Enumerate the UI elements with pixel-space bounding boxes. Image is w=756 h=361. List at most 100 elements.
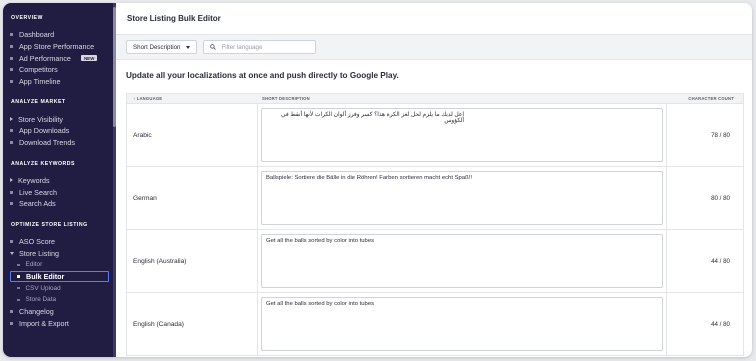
table-row: German Ballspiele: Sortiere die Bälle in… <box>126 167 744 230</box>
bullet-icon <box>17 286 20 290</box>
sidebar-item-dashboard[interactable]: Dashboard <box>3 29 116 41</box>
language-cell: English (Canada) <box>127 293 258 355</box>
column-header-character-count: CHARACTER COUNT <box>688 96 734 101</box>
table-header: ↑ LANGUAGE SHORT DESCRIPTION CHARACTER CO… <box>126 93 744 104</box>
app-window: OVERVIEW Dashboard App Store Performance… <box>3 3 752 357</box>
sidebar-item-label: Bulk Editor <box>26 271 65 281</box>
section-title: ANALYZE MARKET <box>11 99 66 106</box>
sidebar-item-app-downloads[interactable]: App Downloads <box>3 125 116 137</box>
sidebar-item-editor[interactable]: Editor <box>3 259 116 271</box>
bullet-icon <box>10 310 13 314</box>
sidebar-item-changelog[interactable]: Changelog <box>3 306 116 318</box>
bullet-icon <box>10 321 13 325</box>
page-header: Store Listing Bulk Editor <box>116 3 752 35</box>
sidebar-section-analyze-market: ANALYZE MARKET Store Visibility App Down… <box>3 99 116 148</box>
column-header-short-description: SHORT DESCRIPTION <box>262 96 310 101</box>
search-icon <box>210 44 217 50</box>
column-header-language[interactable]: ↑ LANGUAGE <box>127 94 258 103</box>
sidebar-item-label: Changelog <box>19 307 54 317</box>
language-cell: English (Australia) <box>127 230 258 292</box>
sidebar-item-label: Editor <box>25 261 43 269</box>
bullet-icon <box>10 129 13 133</box>
field-select-value: Short Description <box>133 43 181 51</box>
description-cell: إعل لديك ما يلزم لحل لغز الكرة هذا؟ كسر … <box>258 104 667 166</box>
sidebar-item-label: Import & Export <box>19 318 69 328</box>
filter-language-input[interactable] <box>221 43 312 51</box>
sidebar-item-label: CSV Upload <box>25 284 61 292</box>
sidebar-item-label: Live Search <box>19 187 57 197</box>
sidebar-item-label: ASO Score <box>19 236 55 246</box>
page-subtitle: Update all your localizations at once an… <box>126 71 399 80</box>
table-row: Arabic إعل لديك ما يلزم لحل لغز الكرة هذ… <box>126 104 744 167</box>
short-description-textarea[interactable]: إعل لديك ما يلزم لحل لغز الكرة هذا؟ كسر … <box>261 108 663 162</box>
new-badge: NEW <box>80 55 98 62</box>
sidebar-section-overview: OVERVIEW Dashboard App Store Performance… <box>3 15 116 87</box>
sidebar-item-label: App Store Performance <box>19 42 95 52</box>
sidebar: OVERVIEW Dashboard App Store Performance… <box>3 3 116 357</box>
sidebar-section-analyze-keywords: ANALYZE KEYWORDS Keywords Live Search Se… <box>3 161 116 210</box>
sidebar-item-import-export[interactable]: Import & Export <box>3 317 116 329</box>
sidebar-item-search-ads[interactable]: Search Ads <box>3 198 116 210</box>
sidebar-item-label: Keywords <box>18 175 50 185</box>
sidebar-item-ad-performance[interactable]: Ad Performance NEW <box>3 52 116 64</box>
toolbar: Short Description <box>116 35 752 60</box>
bullet-icon <box>10 45 13 49</box>
character-count-cell: 80 / 80 <box>711 194 730 202</box>
bullet-icon <box>17 274 20 278</box>
short-description-textarea[interactable]: Get all the balls sorted by color into t… <box>261 297 663 351</box>
character-count-cell: 44 / 80 <box>711 320 730 328</box>
language-filter[interactable] <box>203 40 317 54</box>
language-cell: German <box>127 167 258 229</box>
localizations-table: ↑ LANGUAGE SHORT DESCRIPTION CHARACTER CO… <box>126 93 744 356</box>
caret-right-icon <box>10 178 13 183</box>
sidebar-item-download-trends[interactable]: Download Trends <box>3 137 116 149</box>
short-description-textarea[interactable]: Ballspiele: Sortiere die Bälle in die Rö… <box>261 171 663 225</box>
sidebar-section-optimize-store-listing: OPTIMIZE STORE LISTING ASO Score Store L… <box>3 222 116 330</box>
field-select-dropdown[interactable]: Short Description <box>126 40 198 54</box>
sidebar-item-label: App Downloads <box>19 126 70 136</box>
page-title: Store Listing Bulk Editor <box>127 14 221 23</box>
sidebar-item-keywords[interactable]: Keywords <box>3 175 116 187</box>
sidebar-item-label: Store Data <box>25 296 57 304</box>
sidebar-item-app-store-performance[interactable]: App Store Performance <box>3 41 116 53</box>
character-count-cell: 44 / 80 <box>711 257 730 265</box>
column-header-label: LANGUAGE <box>136 96 163 101</box>
bullet-icon <box>17 298 20 302</box>
sidebar-item-aso-score[interactable]: ASO Score <box>3 236 116 248</box>
bullet-icon <box>17 263 20 267</box>
caret-down-icon <box>10 251 14 255</box>
sidebar-item-label: Competitors <box>19 65 58 75</box>
sidebar-item-live-search[interactable]: Live Search <box>3 186 116 198</box>
description-cell: Get all the balls sorted by color into t… <box>258 293 667 355</box>
sidebar-item-label: Store Visibility <box>18 114 64 124</box>
description-cell: Ballspiele: Sortiere die Bälle in die Rö… <box>258 167 667 229</box>
sidebar-item-store-visibility[interactable]: Store Visibility <box>3 113 116 125</box>
bullet-icon <box>10 56 13 60</box>
character-count-cell: 78 / 80 <box>711 131 730 139</box>
chevron-down-icon <box>186 45 191 49</box>
bullet-icon <box>10 80 13 84</box>
bullet-icon <box>10 141 13 145</box>
sidebar-item-label: Download Trends <box>19 138 75 148</box>
sidebar-item-competitors[interactable]: Competitors <box>3 64 116 76</box>
sidebar-item-app-timeline[interactable]: App Timeline <box>3 76 116 88</box>
caret-right-icon <box>10 117 13 122</box>
main-content: Store Listing Bulk Editor Short Descript… <box>116 3 752 357</box>
sidebar-item-bulk-editor[interactable]: Bulk Editor <box>10 270 109 283</box>
description-cell: Get all the balls sorted by color into t… <box>258 230 667 292</box>
sidebar-item-label: Search Ads <box>19 199 56 209</box>
section-title: OVERVIEW <box>11 15 43 21</box>
sidebar-item-label: Store Listing <box>19 248 59 258</box>
sort-arrow-icon: ↑ <box>133 96 136 101</box>
bullet-icon <box>10 68 13 72</box>
sidebar-item-store-listing[interactable]: Store Listing <box>3 247 116 259</box>
table-row: English (Australia) Get all the balls so… <box>126 230 744 293</box>
bullet-icon <box>10 190 13 194</box>
sidebar-item-store-data[interactable]: Store Data <box>3 294 116 306</box>
section-title: ANALYZE KEYWORDS <box>11 160 76 167</box>
language-cell: Arabic <box>127 104 258 166</box>
bullet-icon <box>10 239 13 243</box>
sidebar-item-csv-upload[interactable]: CSV Upload <box>3 282 116 294</box>
short-description-textarea[interactable]: Get all the balls sorted by color into t… <box>261 234 663 288</box>
sidebar-item-label: Ad Performance <box>19 53 71 63</box>
